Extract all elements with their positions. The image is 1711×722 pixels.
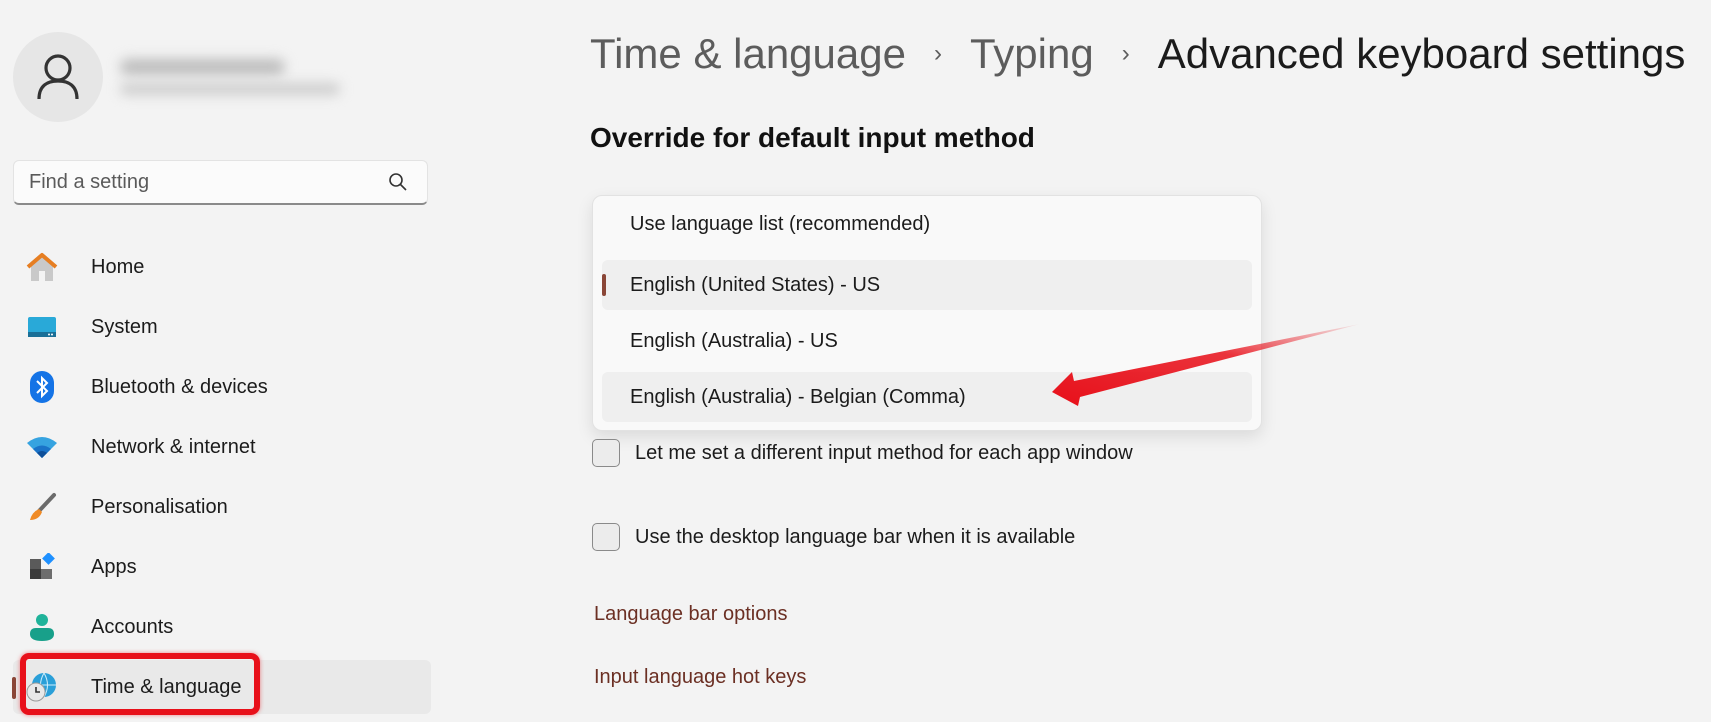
sidebar-item-label: Home — [91, 255, 145, 278]
dropdown-option[interactable]: Use language list (recommended) — [602, 199, 1252, 249]
breadcrumb-item-typing[interactable]: Typing — [970, 30, 1094, 78]
selected-indicator — [602, 274, 606, 296]
checkbox-label: Use the desktop language bar when it is … — [635, 525, 1076, 548]
sidebar-item-home[interactable]: Home — [13, 240, 431, 294]
sidebar-item-label: Apps — [91, 555, 137, 578]
dropdown-option[interactable]: English (Australia) - US — [602, 316, 1252, 366]
system-icon — [25, 310, 59, 344]
chevron-right-icon: › — [1121, 40, 1130, 67]
user-icon — [37, 54, 79, 100]
section-title: Override for default input method — [590, 122, 1035, 153]
checkbox-row-per-app-input[interactable]: Let me set a different input method for … — [592, 439, 1133, 467]
search-box[interactable] — [13, 160, 428, 205]
avatar[interactable] — [13, 32, 103, 122]
sidebar-item-bluetooth-devices[interactable]: Bluetooth & devices — [13, 360, 431, 414]
dropdown-option-label: English (United States) - US — [630, 273, 881, 296]
sidebar: Home System Bluetooth & devices — [0, 0, 450, 722]
input-method-dropdown-list[interactable]: Use language list (recommended) English … — [592, 195, 1262, 431]
dropdown-option-label: Use language list (recommended) — [630, 212, 931, 235]
sidebar-item-apps[interactable]: Apps — [13, 540, 431, 594]
checkbox-desktop-language-bar[interactable] — [592, 523, 620, 551]
wifi-icon — [25, 430, 59, 464]
search-input[interactable] — [14, 169, 387, 195]
dropdown-option-hovered[interactable]: English (Australia) - Belgian (Comma) — [602, 372, 1252, 422]
chevron-right-icon: › — [933, 40, 942, 67]
input-language-hot-keys-link[interactable]: Input language hot keys — [594, 666, 806, 689]
sidebar-item-label: Network & internet — [91, 435, 256, 458]
search-icon[interactable] — [387, 171, 409, 193]
dropdown-option-label: English (Australia) - US — [630, 329, 838, 352]
annotation-highlight-box — [20, 653, 260, 715]
sidebar-item-label: Personalisation — [91, 495, 228, 518]
sidebar-item-accounts[interactable]: Accounts — [13, 600, 431, 654]
checkbox-per-app-input[interactable] — [592, 439, 620, 467]
sidebar-item-network-internet[interactable]: Network & internet — [13, 420, 431, 474]
home-icon — [25, 250, 59, 284]
bluetooth-icon — [25, 370, 59, 404]
breadcrumb: Time & language › Typing › Advanced keyb… — [590, 30, 1685, 78]
profile-email-blurred — [120, 83, 340, 95]
apps-icon — [25, 550, 59, 584]
dropdown-option-selected[interactable]: English (United States) - US — [602, 260, 1252, 310]
brush-icon — [25, 490, 59, 524]
sidebar-nav: Home System Bluetooth & devices Network … — [12, 240, 431, 720]
sidebar-item-personalisation[interactable]: Personalisation — [13, 480, 431, 534]
checkbox-row-desktop-language-bar[interactable]: Use the desktop language bar when it is … — [592, 523, 1075, 551]
active-indicator — [12, 677, 16, 699]
accounts-icon — [25, 610, 59, 644]
checkbox-label: Let me set a different input method for … — [635, 441, 1133, 464]
dropdown-option-label: English (Australia) - Belgian (Comma) — [630, 385, 966, 408]
profile-name-blurred — [120, 59, 285, 75]
sidebar-item-label: Bluetooth & devices — [91, 375, 268, 398]
profile-info-blurred — [120, 55, 340, 105]
breadcrumb-item-time-language[interactable]: Time & language — [590, 30, 906, 78]
sidebar-item-label: Accounts — [91, 615, 174, 638]
page-title: Advanced keyboard settings — [1157, 30, 1686, 77]
sidebar-item-system[interactable]: System — [13, 300, 431, 354]
sidebar-item-label: System — [91, 315, 158, 338]
language-bar-options-link[interactable]: Language bar options — [594, 603, 788, 626]
